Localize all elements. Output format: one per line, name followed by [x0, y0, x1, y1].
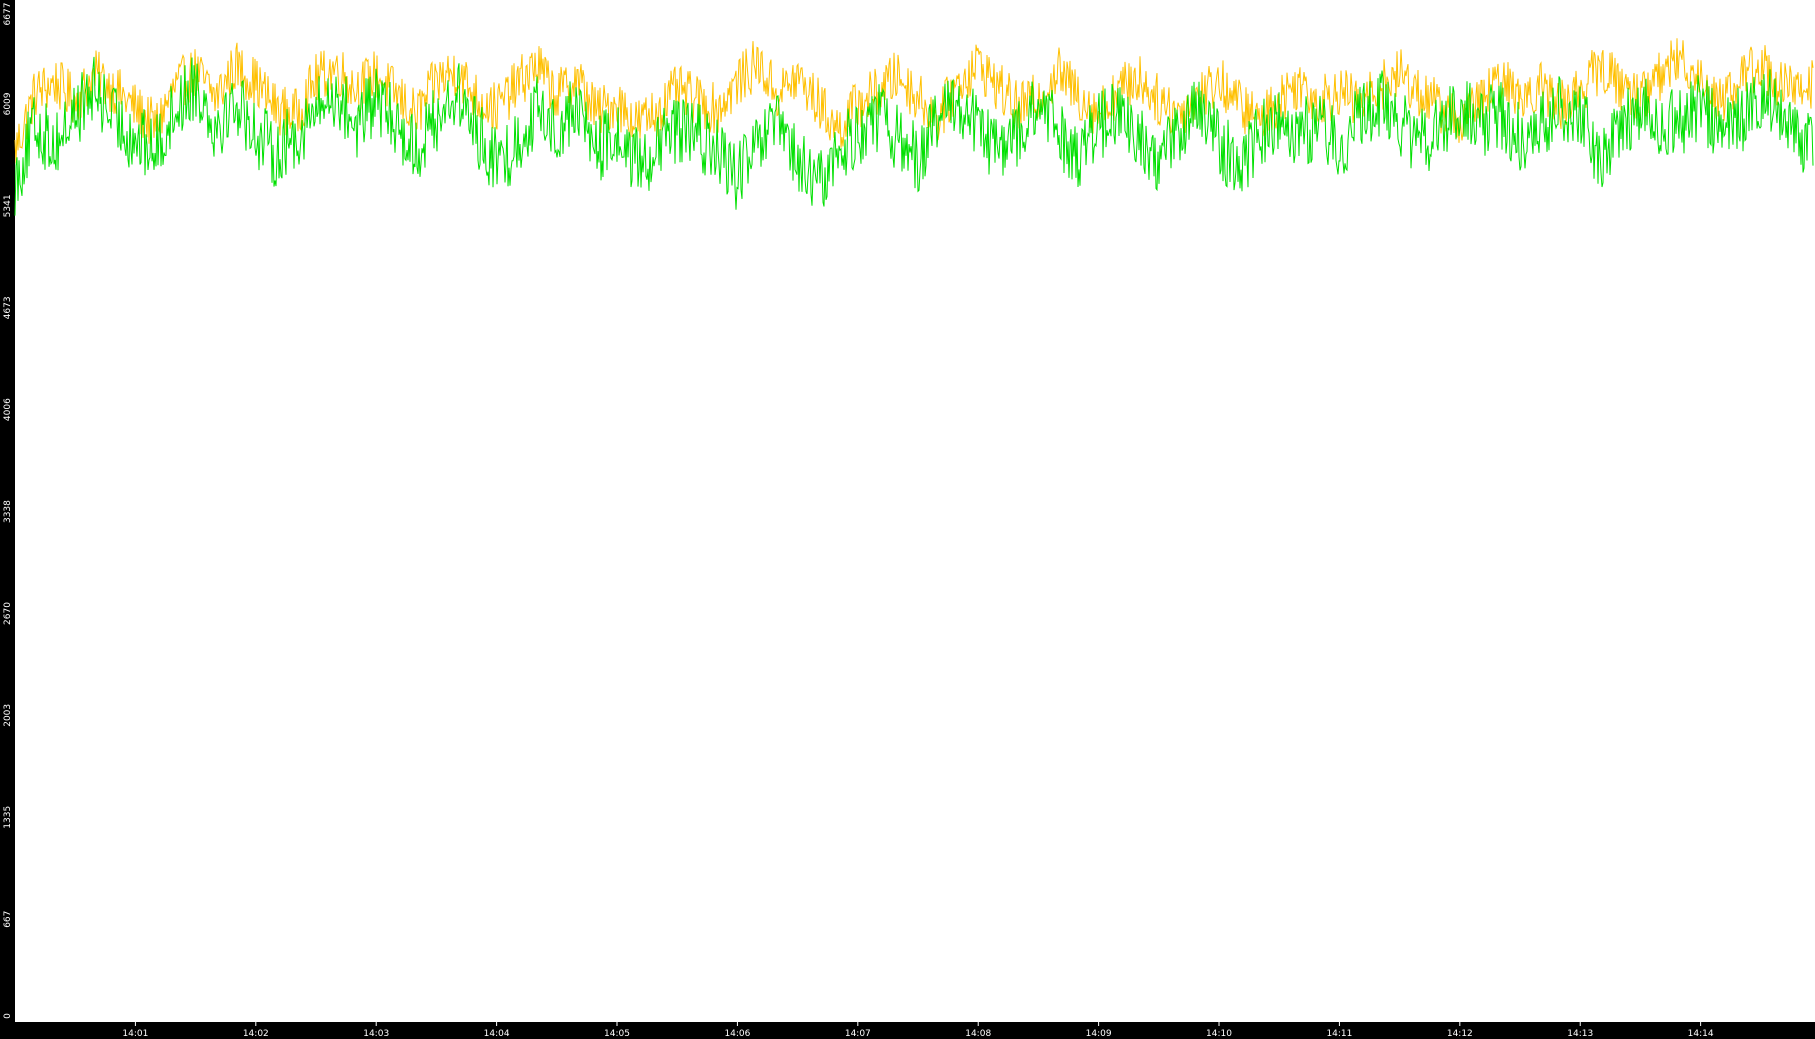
- line-chart: 0 667 1335 2003 2670 3338 4006 4673 5341 6009 6677…: [0, 0, 1815, 1039]
- x-tick-label: 14:01: [122, 1029, 148, 1039]
- y-tick-label: 6009: [3, 92, 13, 115]
- x-tick-label: 14:07: [845, 1029, 871, 1039]
- y-tick-label: 1335: [3, 806, 13, 829]
- y-tick-label: 0: [3, 1013, 13, 1019]
- x-tick-label: 14:02: [243, 1029, 269, 1039]
- y-tick-label: 667: [3, 911, 13, 928]
- x-tick-label: 14:11: [1326, 1029, 1352, 1039]
- x-tick-label: 14:10: [1206, 1029, 1232, 1039]
- x-axis-bar: [0, 1022, 1815, 1039]
- y-tick-label: 6677: [3, 3, 13, 26]
- x-tick-label: 14:09: [1086, 1029, 1112, 1039]
- y-tick-label: 4006: [3, 398, 13, 421]
- y-tick-label: 5341: [3, 194, 13, 217]
- x-tick-label: 14:03: [363, 1029, 389, 1039]
- x-tick-label: 14:05: [604, 1029, 630, 1039]
- y-tick-label: 4673: [3, 296, 13, 319]
- x-tick-label: 14:14: [1688, 1029, 1714, 1039]
- x-tick-label: 14:06: [724, 1029, 750, 1039]
- y-tick-label: 3338: [3, 500, 13, 523]
- x-tick-label: 14:12: [1447, 1029, 1473, 1039]
- x-tick-label: 14:08: [965, 1029, 991, 1039]
- y-tick-label: 2670: [3, 602, 13, 625]
- y-tick-label: 2003: [3, 704, 13, 727]
- x-tick-label: 14:13: [1567, 1029, 1593, 1039]
- x-tick-label: 14:04: [484, 1029, 510, 1039]
